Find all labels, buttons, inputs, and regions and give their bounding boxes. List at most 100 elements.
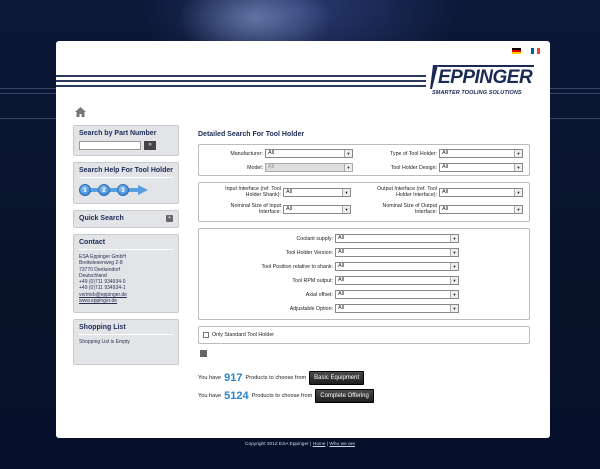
flag-separator: ... [522,48,529,54]
step-2-icon[interactable]: 2 [98,184,110,196]
manufacturer-label: Manufacturer: [230,150,263,157]
coolant-supply-label: Coolant supply: [296,235,333,242]
part-search-go-button[interactable]: » [144,141,156,150]
language-selector: ... [511,48,540,54]
search-help-box: Search Help For Tool Holder 1 2 3 [73,162,179,204]
contact-title: Contact [79,239,106,246]
options-panel: Coolant supply: All ▼ Tool Holder Version… [198,228,530,320]
chevron-down-icon: ▼ [344,150,352,157]
quick-search-title[interactable]: Quick Search [79,215,124,222]
chevron-down-icon: ▼ [514,150,522,157]
french-flag-icon[interactable] [531,48,540,54]
shopping-list-title[interactable]: Shopping List [79,324,173,331]
quick-search-toggle-icon[interactable]: + [166,215,173,222]
nominal-input-label: Nominal Size of Input Interface: [230,203,281,215]
nominal-input-select[interactable]: All ▼ [283,204,351,214]
logo-wordmark: EPPINGER [438,67,533,88]
tool-holder-type-select[interactable]: All ▼ [439,149,523,158]
input-interface-select[interactable]: All ▼ [283,187,351,197]
tool-rpm-label: Tool RPM output: [292,277,333,284]
part-number-search-box: Search by Part Number » [73,125,179,156]
basic-equipment-button[interactable]: Basic Equipment [309,371,365,385]
nominal-output-label: Nominal Size of Output Interface: [382,203,437,215]
tool-rpm-select[interactable]: All ▼ [335,276,459,285]
search-steps: 1 2 3 [79,182,173,198]
output-interface-label: Output Interface (ref. Tool Holder Interf… [377,186,437,198]
contact-website-link[interactable]: www.eppinger.de [79,298,117,304]
adjustable-option-select[interactable]: All ▼ [335,304,459,313]
step-1-icon[interactable]: 1 [79,184,91,196]
logo-stripes [56,75,426,93]
eppinger-logo[interactable]: EPPINGER SMARTER TOOLING SOLUTIONS [430,63,538,99]
tool-holder-design-label: Tool Holder Design: [390,164,437,171]
chevron-down-icon: ▼ [450,263,458,270]
arrow-right-icon [138,185,148,195]
axial-offset-label: Axial offset: [305,291,333,298]
step-connector [90,188,98,192]
step-connector [109,188,117,192]
machine-panel: Manufacturer: All ▼ Model: All ▼ Type of T… [198,144,530,176]
footer-copyright: Copyright 2012 ESA Eppinger | [245,442,312,447]
chevron-down-icon: ▼ [450,277,458,284]
complete-offering-button[interactable]: Complete Offering [315,389,374,403]
footer-home-link[interactable]: Home [313,442,326,447]
contact-details: ESA Eppinger GmbH Breitwiesenweg 2-8 737… [79,254,173,304]
shopping-list-box: Shopping List Shopping List is Empty [73,319,179,365]
chevron-down-icon: ▼ [450,291,458,298]
part-number-input[interactable] [79,141,141,150]
chevron-down-icon: ▼ [514,188,522,196]
only-standard-checkbox[interactable] [203,332,209,338]
footer-separator: | [326,442,329,447]
tool-holder-type-label: Type of Tool Holder: [389,150,437,157]
step-3-icon[interactable]: 3 [117,184,129,196]
coolant-supply-select[interactable]: All ▼ [335,234,459,243]
search-help-title[interactable]: Search Help For Tool Holder [79,167,173,174]
chevron-down-icon: ▼ [514,164,522,171]
result-suffix: Products to choose from [245,375,307,381]
model-label: Model: [247,164,263,171]
chevron-down-icon: ▼ [450,305,458,312]
standard-filter-panel: Only Standard Tool Holder [198,326,530,344]
sidebar: Search by Part Number » Search Help For … [73,125,179,371]
tool-holder-version-select[interactable]: All ▼ [335,248,459,257]
basic-results: You have 917 Products to choose from Bas… [198,371,530,385]
logo-tagline: SMARTER TOOLING SOLUTIONS [432,90,522,96]
chevron-down-icon: ▼ [342,188,350,196]
manufacturer-select[interactable]: All ▼ [265,149,353,158]
result-prefix: You have [198,375,222,381]
nominal-output-select[interactable]: All ▼ [439,204,523,214]
chevron-down-icon: ▼ [342,205,350,213]
contact-box: Contact ESA Eppinger GmbH Breitwiesenweg… [73,234,179,314]
part-search-title: Search by Part Number [79,130,157,137]
input-interface-label: Input Interface (ref. Tool Holder Shank): [225,186,281,198]
shopping-list-status: Shopping List is Empty [79,339,130,346]
chevron-down-icon: ▼ [450,235,458,242]
footer: Copyright 2012 ESA Eppinger | Home | Who… [0,442,600,447]
detailed-search: Detailed Search For Tool Holder Manufact… [198,131,530,403]
detailed-search-title: Detailed Search For Tool Holder [198,131,305,138]
result-suffix: Products to choose from [251,393,313,399]
output-interface-select[interactable]: All ▼ [439,187,523,197]
collapse-icon[interactable] [200,350,207,357]
complete-count: 5124 [224,390,249,402]
home-icon[interactable] [75,107,86,117]
tool-holder-version-label: Tool Holder Version: [285,249,333,256]
model-select: All ▼ [265,163,353,172]
tool-holder-design-select[interactable]: All ▼ [439,163,523,172]
tool-position-label: Tool Position relative to shank: [261,263,333,270]
chevron-down-icon: ▼ [344,164,352,171]
interface-panel: Input Interface (ref. Tool Holder Shank):… [198,182,530,222]
chevron-down-icon: ▼ [450,249,458,256]
footer-who-we-are-link[interactable]: Who we are [329,442,355,447]
result-prefix: You have [198,393,222,399]
chevron-down-icon: ▼ [514,205,522,213]
adjustable-option-label: Adjustable Option: [289,305,333,312]
complete-results: You have 5124 Products to choose from Co… [198,389,530,403]
german-flag-icon[interactable] [511,48,521,54]
only-standard-label: Only Standard Tool Holder [212,332,275,338]
axial-offset-select[interactable]: All ▼ [335,290,459,299]
basic-count: 917 [224,372,243,384]
content-frame: ... EPPINGER SMARTER TOOLING SOLUTIONS S… [56,41,550,438]
contact-email-link[interactable]: vertrieb@eppinger.de [79,292,127,298]
tool-position-select[interactable]: All ▼ [335,262,459,271]
